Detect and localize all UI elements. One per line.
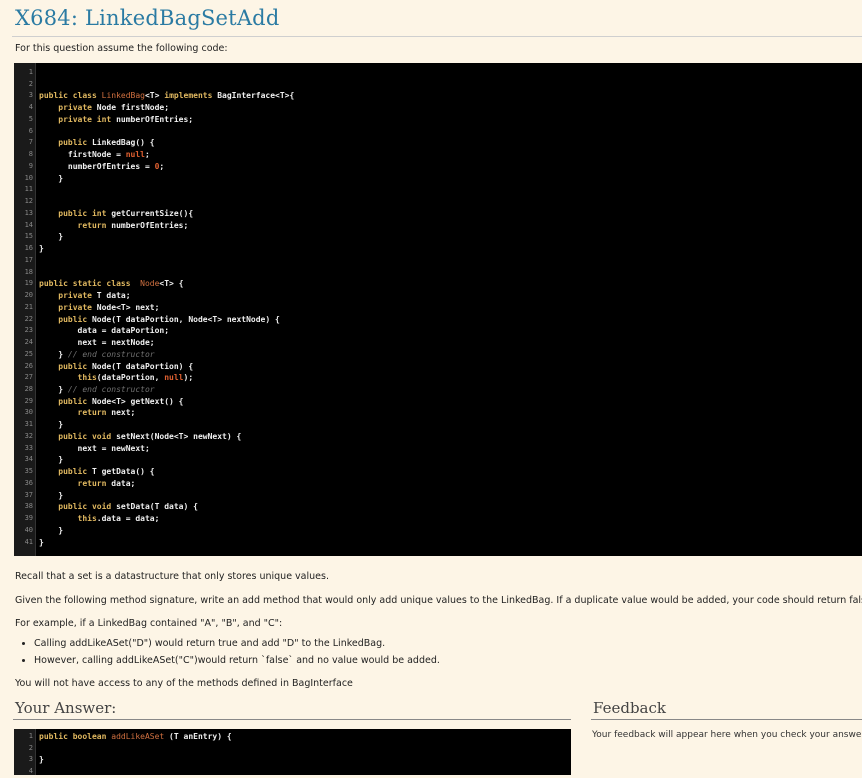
instructions-text: Given the following method signature, wr… (15, 595, 862, 606)
line-number: 5 (28, 114, 33, 123)
intro-text: For this question assume the following c… (15, 43, 228, 54)
example-text: For example, if a LinkedBag contained "A… (15, 618, 283, 629)
code-line: firstNode = null; (39, 150, 150, 160)
line-number: 6 (28, 126, 33, 135)
code-line: public class LinkedBag<T> implements Bag… (39, 91, 295, 101)
code-line: public void setData(T data) { (58, 502, 198, 512)
code-line: public Node(T dataPortion, Node<T> nextN… (58, 314, 280, 324)
line-number: 15 (24, 232, 33, 241)
line-number: 31 (24, 420, 33, 429)
note-text: You will not have access to any of the m… (15, 678, 353, 689)
example-list: Calling addLikeASet("D") would return tr… (22, 638, 440, 672)
code-line: } // end constructor (39, 384, 155, 394)
line-number: 24 (24, 338, 33, 347)
line-number: 16 (24, 244, 33, 253)
code-line: data = dataPortion; (39, 326, 170, 336)
code-line: return next; (77, 408, 136, 418)
code-line: } (39, 525, 64, 535)
line-number: 10 (24, 173, 33, 182)
answer-editor[interactable]: 1 public boolean addLikeASet (T anEntry) … (14, 729, 571, 775)
page-title: X684: LinkedBagSetAdd (15, 6, 280, 30)
line-number: 3 (28, 755, 33, 764)
line-number: 2 (28, 79, 33, 88)
code-line: public static class Node<T> { (39, 279, 184, 289)
line-number: 17 (24, 255, 33, 264)
code-line: public LinkedBag() { (58, 138, 155, 148)
code-line: } (39, 420, 64, 430)
line-number: 34 (24, 455, 33, 464)
line-number: 2 (28, 743, 33, 752)
code-line: } (39, 244, 44, 254)
line-number: 8 (28, 150, 33, 159)
line-number: 33 (24, 443, 33, 452)
line-number: 11 (24, 185, 33, 194)
code-block: 1 2 3 public class LinkedBag<T> implements … (14, 63, 862, 556)
code-line: public T getData() { (58, 467, 155, 477)
line-number: 25 (24, 349, 33, 358)
feedback-divider (591, 719, 862, 720)
code-line: } (39, 173, 64, 183)
code-line: private Node firstNode; (58, 103, 170, 113)
feedback-heading: Feedback (593, 699, 666, 717)
code-line: } (39, 232, 64, 242)
line-number: 9 (28, 161, 33, 170)
title-divider (12, 36, 862, 37)
line-number: 39 (24, 514, 33, 523)
code-line: this.data = data; (77, 514, 160, 524)
code-line: return data; (77, 478, 136, 488)
code-line: public void setNext(Node<T> newNext) { (58, 431, 242, 441)
line-number: 7 (28, 138, 33, 147)
line-number: 37 (24, 490, 33, 499)
line-number: 20 (24, 291, 33, 300)
line-number: 12 (24, 197, 33, 206)
code-line: this(dataPortion, null); (77, 373, 194, 383)
line-number: 1 (28, 68, 33, 76)
code-line: private int numberOfEntries; (58, 114, 194, 124)
code-line: public Node<T> getNext() { (58, 396, 184, 406)
line-number: 36 (24, 478, 33, 487)
code-line: } (39, 537, 44, 547)
line-number: 26 (24, 361, 33, 370)
line-number: 38 (24, 502, 33, 511)
line-number: 30 (24, 408, 33, 417)
feedback-text: Your feedback will appear here when you … (592, 730, 862, 740)
line-number: 41 (24, 537, 33, 546)
list-item: However, calling addLikeASet("C")would r… (34, 655, 440, 666)
line-number: 40 (24, 525, 33, 534)
line-number: 19 (24, 279, 33, 288)
code-line: private Node<T> next; (58, 302, 160, 312)
line-number: 4 (28, 103, 33, 112)
code-line: public boolean addLikeASet (T anEntry) { (39, 732, 232, 741)
code-line: next = newNext; (39, 443, 150, 453)
line-number: 22 (24, 314, 33, 323)
code-line: } (39, 455, 64, 465)
line-number: 1 (28, 732, 33, 740)
code-line: } (39, 490, 64, 500)
line-number: 23 (24, 326, 33, 335)
line-number: 4 (28, 767, 33, 776)
line-number: 35 (24, 467, 33, 476)
line-number: 29 (24, 396, 33, 405)
answer-heading: Your Answer: (15, 699, 117, 717)
code-line: next = nextNode; (39, 338, 155, 348)
code-line: public Node(T dataPortion) { (58, 361, 194, 371)
line-number: 13 (24, 208, 33, 217)
line-number: 32 (24, 431, 33, 440)
code-line: private T data; (58, 291, 131, 301)
line-number: 21 (24, 302, 33, 311)
line-number: 3 (28, 91, 33, 100)
code-line: } (39, 755, 44, 765)
line-number: 14 (24, 220, 33, 229)
line-number: 18 (24, 267, 33, 276)
line-number: 27 (24, 373, 33, 382)
recall-text: Recall that a set is a datastructure tha… (15, 571, 329, 582)
code-line: return numberOfEntries; (77, 220, 189, 230)
code-line: } // end constructor (39, 349, 155, 359)
list-item: Calling addLikeASet("D") would return tr… (34, 638, 440, 649)
code-line: public int getCurrentSize(){ (58, 208, 194, 218)
line-number: 28 (24, 384, 33, 393)
answer-divider (13, 719, 571, 720)
code-line: numberOfEntries = 0; (39, 161, 165, 171)
